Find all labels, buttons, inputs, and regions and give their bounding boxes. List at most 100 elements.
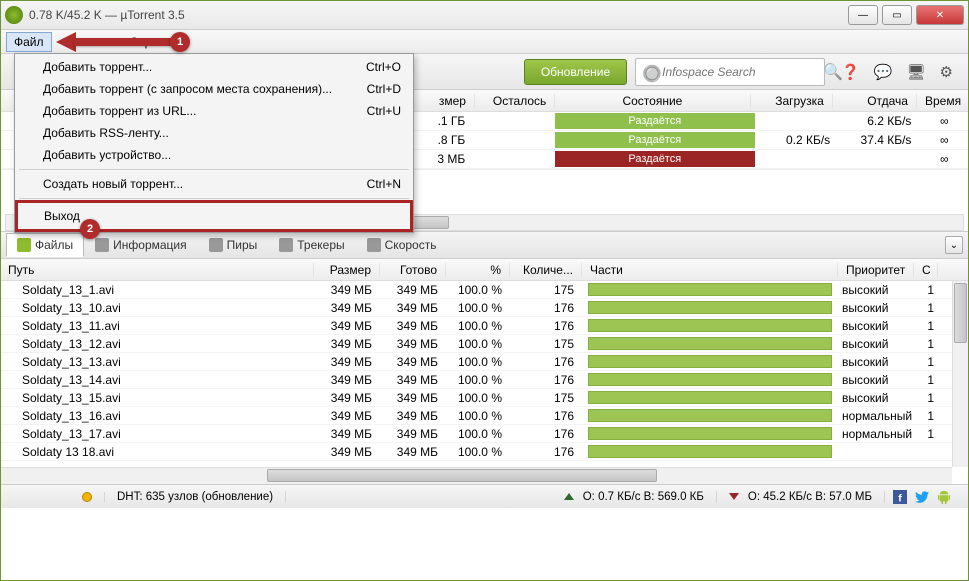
cell-path: Soldaty_13_1.avi bbox=[0, 283, 314, 297]
utorrent-icon: 🔘 bbox=[642, 64, 658, 80]
menu-create-torrent[interactable]: Создать новый торрент...Ctrl+N bbox=[17, 173, 411, 195]
file-row[interactable]: Soldaty_13_13.avi349 МБ349 МБ100.0 %176в… bbox=[0, 353, 969, 371]
files-h-scrollbar[interactable] bbox=[0, 467, 952, 484]
devices-icon[interactable]: 🖥 bbox=[907, 63, 926, 81]
menu-add-rss[interactable]: Добавить RSS-ленту... bbox=[17, 122, 411, 144]
scrollbar-thumb[interactable] bbox=[267, 469, 657, 482]
download-status[interactable]: О: 45.2 КБ/с В: 57.0 МБ bbox=[717, 491, 885, 503]
search-icon[interactable]: 🔍 bbox=[823, 62, 843, 82]
fcol-priority[interactable]: Приоритет bbox=[838, 263, 914, 277]
cell-priority: высокий bbox=[838, 319, 914, 333]
maximize-button[interactable]: ▭ bbox=[882, 5, 912, 25]
cell-size: 349 МБ bbox=[314, 427, 380, 441]
close-button[interactable]: ✕ bbox=[916, 5, 964, 25]
twitter-icon[interactable] bbox=[915, 490, 929, 504]
network-status[interactable] bbox=[70, 492, 105, 502]
titlebar: 0.78 K/45.2 K — µTorrent 3.5 — ▭ ✕ bbox=[0, 0, 969, 30]
search-input[interactable] bbox=[662, 65, 819, 79]
cell-parts bbox=[582, 427, 838, 440]
cell-parts bbox=[582, 319, 838, 332]
col-time[interactable]: Время bbox=[917, 94, 969, 108]
facebook-icon[interactable]: f bbox=[893, 490, 907, 504]
cell-done: 349 МБ bbox=[380, 355, 446, 369]
tab-trackers[interactable]: Трекеры bbox=[268, 233, 355, 257]
remote-icon[interactable]: ❓ bbox=[841, 63, 860, 81]
minimize-button[interactable]: — bbox=[848, 5, 878, 25]
v-scrollbar[interactable] bbox=[952, 281, 969, 467]
info-icon bbox=[95, 238, 109, 252]
cell-last: 1 bbox=[914, 301, 938, 315]
cell-priority: высокий bbox=[838, 283, 914, 297]
menu-exit[interactable]: Выход bbox=[15, 200, 413, 232]
cell-parts bbox=[582, 391, 838, 404]
fcol-done[interactable]: Готово bbox=[380, 263, 446, 277]
menu-add-device[interactable]: Добавить устройство... bbox=[17, 144, 411, 166]
fcol-size[interactable]: Размер bbox=[314, 263, 380, 277]
cell-done: 349 МБ bbox=[380, 319, 446, 333]
cell-path: Soldaty_13_16.avi bbox=[0, 409, 314, 423]
fcol-pct[interactable]: % bbox=[446, 263, 510, 277]
fcol-last[interactable]: С bbox=[914, 263, 938, 277]
callout-2: 2 bbox=[80, 219, 100, 239]
cell-parts bbox=[582, 373, 838, 386]
cell-path: Soldaty_13_13.avi bbox=[0, 355, 314, 369]
file-row[interactable]: Soldaty 13 18.avi349 МБ349 МБ100.0 %176 bbox=[0, 443, 969, 461]
cell-size: 349 МБ bbox=[314, 409, 380, 423]
file-row[interactable]: Soldaty_13_11.avi349 МБ349 МБ100.0 %176в… bbox=[0, 317, 969, 335]
tab-files[interactable]: Файлы bbox=[6, 233, 84, 257]
file-row[interactable]: Soldaty_13_16.avi349 МБ349 МБ100.0 %176н… bbox=[0, 407, 969, 425]
cell-size: 349 МБ bbox=[314, 319, 380, 333]
col-upload[interactable]: Отдача bbox=[833, 94, 917, 108]
cell-last: 1 bbox=[914, 283, 938, 297]
file-row[interactable]: Soldaty_13_12.avi349 МБ349 МБ100.0 %175в… bbox=[0, 335, 969, 353]
progress-bar bbox=[588, 427, 832, 440]
files-list: Soldaty_13_1.avi349 МБ349 МБ100.0 %175вы… bbox=[0, 281, 969, 467]
fcol-path[interactable]: Путь bbox=[0, 263, 314, 277]
fcol-parts[interactable]: Части bbox=[582, 263, 838, 277]
tab-speed[interactable]: Скорость bbox=[356, 233, 448, 257]
col-state[interactable]: Состояние bbox=[555, 94, 750, 108]
col-download[interactable]: Загрузка bbox=[751, 94, 833, 108]
tab-info[interactable]: Информация bbox=[84, 233, 197, 257]
col-remaining[interactable]: Осталось bbox=[475, 94, 555, 108]
fcol-count[interactable]: Количе... bbox=[510, 263, 582, 277]
menu-add-torrent-ask[interactable]: Добавить торрент (с запросом места сохра… bbox=[17, 78, 411, 100]
file-row[interactable]: Soldaty_13_14.avi349 МБ349 МБ100.0 %176в… bbox=[0, 371, 969, 389]
cell-done: 349 МБ bbox=[380, 337, 446, 351]
progress-bar bbox=[588, 301, 832, 314]
menu-add-url[interactable]: Добавить торрент из URL...Ctrl+U bbox=[17, 100, 411, 122]
cell-parts bbox=[582, 445, 838, 458]
files-icon bbox=[17, 238, 31, 252]
cell-last: 1 bbox=[914, 337, 938, 351]
cell-size: 349 МБ bbox=[314, 355, 380, 369]
cell-count: 176 bbox=[510, 355, 582, 369]
collapse-button[interactable]: ⌄ bbox=[945, 236, 963, 254]
cell-pct: 100.0 % bbox=[446, 355, 510, 369]
settings-icon[interactable]: ⚙ bbox=[940, 63, 953, 81]
scrollbar-thumb[interactable] bbox=[954, 283, 967, 343]
file-row[interactable]: Soldaty_13_15.avi349 МБ349 МБ100.0 %175в… bbox=[0, 389, 969, 407]
file-row[interactable]: Soldaty_13_17.avi349 МБ349 МБ100.0 %176н… bbox=[0, 425, 969, 443]
cell-state: Раздаётся bbox=[555, 132, 755, 148]
android-icon[interactable] bbox=[937, 490, 951, 504]
trackers-icon bbox=[279, 238, 293, 252]
progress-bar bbox=[588, 391, 832, 404]
detail-tabs: Файлы Информация Пиры Трекеры Скорость ⌄ bbox=[0, 231, 969, 259]
menu-add-torrent[interactable]: Добавить торрент...Ctrl+O bbox=[17, 56, 411, 78]
cell-dl: 0.2 КБ/s bbox=[759, 133, 838, 147]
col-size[interactable]: змер bbox=[420, 94, 475, 108]
cell-last: 1 bbox=[914, 373, 938, 387]
cell-count: 176 bbox=[510, 301, 582, 315]
cell-size: 349 МБ bbox=[314, 445, 380, 459]
feed-icon[interactable]: 💬 bbox=[874, 63, 893, 81]
upload-status[interactable]: О: 0.7 КБ/с В: 569.0 КБ bbox=[552, 491, 717, 503]
speed-icon bbox=[367, 238, 381, 252]
menu-file[interactable]: Файл bbox=[6, 32, 52, 52]
search-box[interactable]: 🔘 🔍 bbox=[635, 58, 825, 86]
update-button[interactable]: Обновление bbox=[524, 59, 627, 85]
file-row[interactable]: Soldaty_13_1.avi349 МБ349 МБ100.0 %175вы… bbox=[0, 281, 969, 299]
cell-pct: 100.0 % bbox=[446, 391, 510, 405]
file-row[interactable]: Soldaty_13_10.avi349 МБ349 МБ100.0 %176в… bbox=[0, 299, 969, 317]
cell-state: Раздаётся bbox=[555, 151, 755, 167]
tab-peers[interactable]: Пиры bbox=[198, 233, 269, 257]
